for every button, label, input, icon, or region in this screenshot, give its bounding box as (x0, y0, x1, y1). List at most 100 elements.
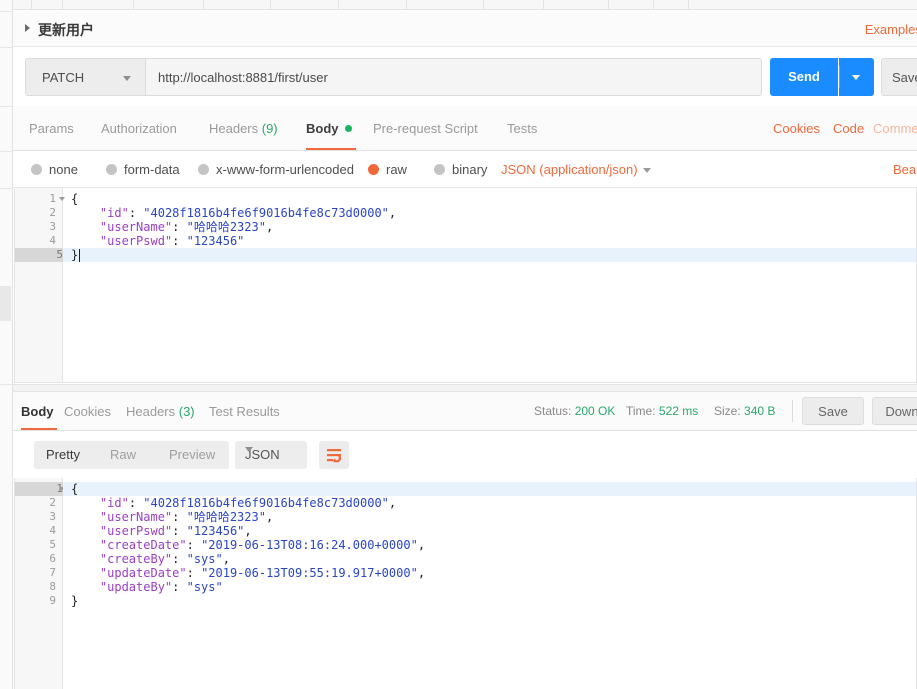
response-view-mode-group: Pretty Raw Preview (34, 441, 229, 469)
code-token: "id" (99, 206, 129, 220)
code-line[interactable]: } (63, 594, 916, 608)
response-body-editor[interactable]: 1 {2 "id": "4028f1816b4fe6f9016b4fe8c73d0… (14, 478, 917, 689)
line-number: 5 (15, 248, 63, 262)
request-tab-body[interactable]: Body (306, 121, 352, 136)
code-line[interactable]: { (63, 192, 916, 206)
request-tab-params[interactable]: Params (29, 121, 74, 136)
send-options-button[interactable] (839, 58, 874, 96)
request-link-comments[interactable]: Comments (873, 121, 917, 136)
body-type-label: none (49, 162, 78, 177)
body-type-radio-form-data[interactable]: form-data (106, 162, 180, 177)
save-button-label: Save (892, 70, 917, 85)
url-input[interactable]: http://localhost:8881/first/user (145, 58, 762, 96)
tab-separator (338, 0, 339, 9)
code-token: , (417, 566, 426, 580)
code-token: , (244, 524, 252, 538)
line-number: 3 (49, 220, 56, 233)
code-token: "2019-06-13T09:55:19.917+0000" (201, 566, 418, 580)
code-line[interactable]: "updateDate": "2019-06-13T09:55:19.917+0… (63, 566, 916, 580)
request-tab-pre-request-script[interactable]: Pre-request Script (373, 121, 478, 136)
text-cursor (79, 249, 80, 262)
tab-separator (270, 0, 271, 9)
body-type-radio-binary[interactable]: binary (434, 162, 487, 177)
expand-caret-icon[interactable] (25, 24, 30, 32)
code-token: "4028f1816b4fe6f9016b4fe8c73d0000" (143, 206, 389, 220)
code-token: : (172, 220, 187, 234)
request-body-editor[interactable]: 1 {2 "id": "4028f1816b4fe6f9016b4fe8c73d0… (14, 188, 917, 383)
response-tab-body[interactable]: Body (21, 404, 54, 419)
request-link-code[interactable]: Code (833, 121, 864, 136)
code-line-text: "createBy": "sys", (71, 552, 230, 566)
body-type-radio-x-www-form-urlencoded[interactable]: x-www-form-urlencoded (198, 162, 354, 177)
line-number: 8 (49, 580, 56, 593)
code-token: { (71, 482, 79, 496)
line-number: 2 (49, 206, 56, 219)
workspace-tab-bar[interactable] (13, 0, 917, 10)
code-line[interactable]: } (63, 248, 916, 262)
line-number: 1 (49, 192, 56, 205)
radio-dot-icon (198, 164, 209, 175)
response-tab-count: (3) (175, 404, 195, 419)
response-tab-test-results[interactable]: Test Results (209, 404, 280, 419)
code-token: "123456" (186, 234, 245, 248)
code-line[interactable]: "userName": "哈哈哈2323", (63, 510, 916, 524)
code-line[interactable]: "id": "4028f1816b4fe6f9016b4fe8c73d0000"… (63, 206, 916, 220)
word-wrap-toggle[interactable] (319, 441, 349, 469)
body-type-label: form-data (124, 162, 180, 177)
sidebar-collapsed-strip[interactable] (0, 0, 13, 689)
response-splitter[interactable] (13, 384, 917, 392)
code-line[interactable]: "userPswd": "123456", (63, 524, 916, 538)
code-line[interactable]: "id": "4028f1816b4fe6f9016b4fe8c73d0000"… (63, 496, 916, 510)
active-tab-indicator (306, 148, 356, 150)
code-token: "userName" (99, 510, 173, 524)
code-line[interactable]: "updateBy": "sys" (63, 580, 916, 594)
code-line[interactable]: "createBy": "sys", (63, 552, 916, 566)
tab-separator (31, 0, 32, 9)
request-tab-tests[interactable]: Tests (507, 121, 537, 136)
body-type-radio-raw[interactable]: raw (368, 162, 407, 177)
code-token: "sys" (186, 580, 223, 594)
download-response-button[interactable]: Downlo (872, 397, 917, 425)
code-line[interactable]: "createDate": "2019-06-13T08:16:24.000+0… (63, 538, 916, 552)
tab-separator (543, 0, 544, 9)
beautify-link[interactable]: Beau (893, 162, 917, 177)
body-type-radio-none[interactable]: none (31, 162, 78, 177)
response-view-preview[interactable]: Preview (169, 447, 215, 462)
raw-format-select[interactable]: JSON (application/json) (501, 162, 638, 177)
tab-separator (688, 0, 689, 9)
code-line-text: } (71, 248, 78, 262)
http-method-select[interactable]: PATCH (25, 58, 145, 96)
code-token: { (71, 192, 79, 206)
response-tab-headers[interactable]: Headers (3) (126, 404, 195, 419)
send-button[interactable]: Send (770, 58, 838, 96)
code-line[interactable]: { (63, 482, 916, 496)
code-token: "哈哈哈2323" (186, 510, 266, 524)
code-line[interactable]: "userName": "哈哈哈2323", (63, 220, 916, 234)
code-token: } (71, 248, 79, 262)
request-title: 更新用户 (38, 22, 94, 38)
sidebar-drag-handle[interactable] (0, 286, 11, 321)
response-tab-cookies[interactable]: Cookies (64, 404, 111, 419)
save-response-button[interactable]: Save (802, 397, 864, 425)
body-type-label: raw (386, 162, 407, 177)
save-request-button[interactable]: Save (881, 58, 917, 96)
code-line[interactable]: "userPswd": "123456" (63, 234, 916, 248)
request-tab-authorization[interactable]: Authorization (101, 121, 177, 136)
response-time: Time: 522 ms (626, 404, 698, 418)
code-token: "userPswd" (99, 234, 173, 248)
code-token: : (186, 538, 202, 552)
examples-link[interactable]: Examples (0 (865, 22, 917, 37)
response-tabs: Body Cookies Headers (3) Test Results Status… (13, 392, 917, 431)
code-line-text: "userPswd": "123456", (71, 524, 252, 538)
response-view-raw[interactable]: Raw (110, 447, 136, 462)
request-tab-headers[interactable]: Headers (9) (209, 121, 278, 136)
response-view-pretty[interactable]: Pretty (46, 447, 80, 462)
code-token: "updateDate" (99, 566, 187, 580)
response-format-select[interactable]: JSON (235, 441, 307, 469)
request-link-cookies[interactable]: Cookies (773, 121, 820, 136)
word-wrap-icon (327, 449, 341, 463)
code-line-text: { (71, 192, 78, 206)
line-number: 3 (49, 510, 56, 523)
